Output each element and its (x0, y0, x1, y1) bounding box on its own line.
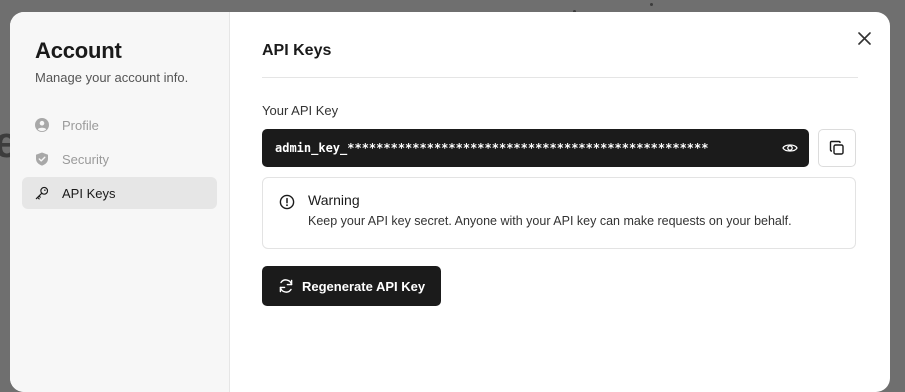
sidebar-item-label: Security (62, 151, 109, 167)
divider (262, 77, 858, 78)
regenerate-api-key-button[interactable]: Regenerate API Key (262, 266, 442, 306)
key-icon (35, 186, 49, 200)
warning-body: Warning Keep your API key secret. Anyone… (308, 192, 792, 234)
copy-icon (829, 140, 844, 155)
close-button[interactable] (856, 30, 872, 46)
sidebar-item-api-keys[interactable]: API Keys (22, 177, 217, 209)
sidebar: Account Manage your account info. Profil… (10, 12, 230, 392)
copy-button[interactable] (818, 129, 856, 167)
toggle-visibility-button[interactable] (781, 139, 799, 157)
warning-description: Keep your API key secret. Anyone with yo… (308, 214, 792, 228)
sidebar-nav: Profile Security API Keys (22, 109, 217, 209)
refresh-icon (278, 278, 294, 294)
sidebar-item-security[interactable]: Security (22, 143, 217, 175)
shield-icon (35, 152, 49, 166)
alert-circle-icon (279, 194, 295, 210)
backdrop-dot (650, 3, 653, 6)
main-content: API Keys Your API Key admin_key_********… (230, 12, 890, 392)
sidebar-subtitle: Manage your account info. (35, 70, 189, 85)
account-modal: Account Manage your account info. Profil… (10, 12, 890, 392)
regenerate-label: Regenerate API Key (302, 278, 426, 294)
api-key-row: admin_key_******************************… (262, 129, 858, 167)
sidebar-title: Account (35, 38, 122, 63)
sidebar-item-label: Profile (62, 117, 99, 133)
user-circle-icon (35, 118, 49, 132)
sidebar-item-label: API Keys (62, 185, 116, 201)
warning-alert: Warning Keep your API key secret. Anyone… (262, 177, 856, 249)
page-title: API Keys (262, 42, 332, 59)
sidebar-item-profile[interactable]: Profile (22, 109, 217, 141)
warning-title: Warning (308, 192, 360, 208)
api-key-label: Your API Key (262, 103, 339, 118)
api-key-field[interactable]: admin_key_******************************… (262, 129, 809, 167)
api-key-value: admin_key_******************************… (275, 141, 709, 155)
eye-icon (782, 144, 798, 152)
close-icon (857, 31, 871, 45)
